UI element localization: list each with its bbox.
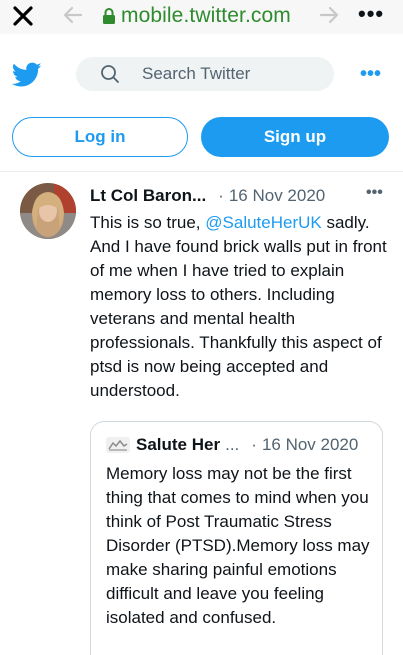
quoted-date[interactable]: 16 Nov 2020: [262, 435, 358, 455]
quoted-tweet-header: Salute Her ... · 16 Nov 2020: [106, 434, 358, 456]
salute-her-logo-icon: [106, 437, 130, 453]
search-input[interactable]: Search Twitter: [76, 57, 334, 91]
url-text: mobile.twitter.com: [121, 4, 291, 27]
mention-link[interactable]: @SaluteHerUK: [205, 213, 321, 232]
tweet-date[interactable]: 16 Nov 2020: [229, 186, 325, 206]
quoted-author[interactable]: Salute Her: [136, 435, 220, 455]
signup-button[interactable]: Sign up: [201, 117, 389, 157]
forward-arrow-icon[interactable]: [318, 4, 340, 26]
tweet-text-rest: sadly. And I have found brick walls put …: [90, 213, 387, 400]
twitter-bird-icon[interactable]: [12, 62, 42, 88]
close-icon[interactable]: [10, 3, 36, 29]
quoted-tweet[interactable]: Salute Her ... · 16 Nov 2020 Memory loss…: [90, 421, 383, 655]
search-placeholder: Search Twitter: [142, 64, 251, 83]
avatar[interactable]: [20, 183, 76, 239]
browser-menu-button[interactable]: •••: [358, 3, 384, 25]
tweet-more-button[interactable]: •••: [366, 184, 383, 202]
tweet-text-start: This is so true,: [90, 213, 206, 232]
search-icon: [101, 65, 119, 83]
divider: [0, 171, 403, 172]
browser-toolbar: mobile.twitter.com •••: [0, 0, 403, 34]
tweet-author[interactable]: Lt Col Baron...: [90, 186, 206, 206]
lock-icon: [103, 8, 115, 24]
tweet-text: This is so true, @SaluteHerUK sadly. And…: [90, 211, 400, 403]
quoted-text: Memory loss may not be the first thing t…: [106, 464, 370, 627]
header-more-button[interactable]: •••: [360, 63, 381, 86]
back-arrow-icon[interactable]: [62, 4, 84, 26]
separator: ·: [218, 186, 224, 205]
quoted-ellipsis: ...: [225, 435, 240, 454]
tweet-header: Lt Col Baron... · 16 Nov 2020: [90, 184, 393, 208]
address-bar[interactable]: mobile.twitter.com: [102, 4, 291, 28]
separator: ·: [251, 435, 257, 454]
login-button[interactable]: Log in: [12, 117, 188, 157]
